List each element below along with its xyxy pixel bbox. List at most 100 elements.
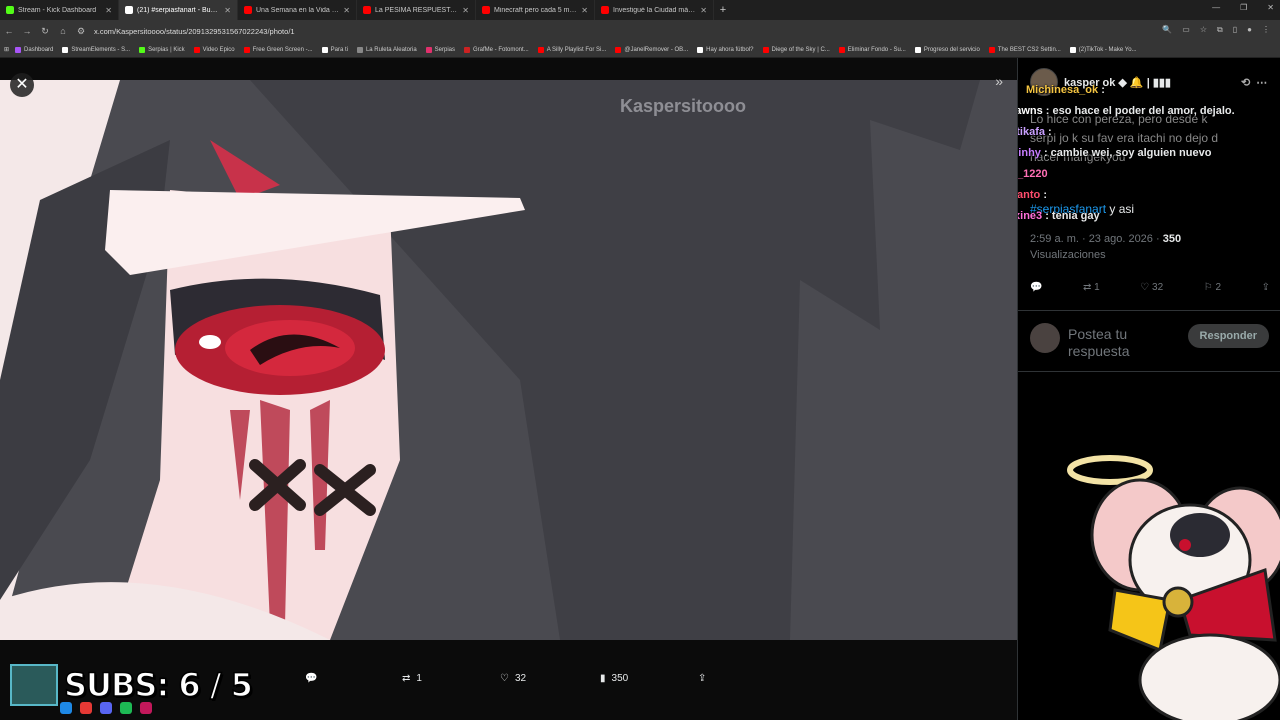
stream-chat-overlay: Michinesa_ok : totiyawns : eso hace el p… bbox=[1017, 80, 1280, 227]
chat-message: totiyawns : eso hace el poder del amor, … bbox=[1018, 105, 1235, 117]
star-icon[interactable]: ☆ bbox=[1200, 25, 1207, 35]
menu-icon[interactable]: ⋮ bbox=[1262, 25, 1270, 35]
bookmark[interactable]: La Ruleta Aleatoria bbox=[354, 46, 420, 53]
chrome-icon[interactable] bbox=[60, 702, 72, 714]
sidebar-icon[interactable]: ▯ bbox=[1233, 25, 1237, 35]
streamer-avatar bbox=[10, 664, 58, 706]
tab-favicon-icon bbox=[244, 6, 252, 14]
share-button[interactable]: ⇪ bbox=[698, 673, 706, 684]
reply-submit-button[interactable]: Responder bbox=[1187, 324, 1269, 348]
bookmark-favicon-icon bbox=[838, 46, 845, 53]
bookmark[interactable]: Serpias bbox=[423, 46, 458, 53]
tab[interactable]: Una Semana en la Vida de Mr✕ bbox=[238, 0, 357, 20]
bookmark[interactable]: Progreso del servicio bbox=[912, 46, 983, 53]
bookmark[interactable]: StreamElements - S... bbox=[59, 46, 133, 53]
tab-favicon-icon bbox=[482, 6, 490, 14]
apps-icon[interactable]: ⊞ bbox=[4, 46, 9, 53]
tab-close-icon[interactable]: ✕ bbox=[581, 6, 588, 15]
reply-icon[interactable]: 💬 bbox=[1030, 282, 1042, 293]
reply-button[interactable]: 💬 bbox=[305, 673, 323, 684]
subs-overlay: SUBS: 6 / 5 bbox=[10, 664, 254, 706]
tab-favicon-icon bbox=[601, 6, 609, 14]
close-window-icon[interactable]: ✕ bbox=[1267, 3, 1274, 12]
discord-icon[interactable] bbox=[100, 702, 112, 714]
bookmark[interactable]: A Silly Playlist For Si... bbox=[535, 46, 610, 53]
repost-icon: ⇄ bbox=[402, 672, 411, 684]
bookmark[interactable]: The BEST CS2 Settin... bbox=[986, 46, 1064, 53]
spotify-icon[interactable] bbox=[120, 702, 132, 714]
bookmark[interactable]: (2)TikTok - Make Yo... bbox=[1067, 46, 1140, 53]
site-info-icon[interactable]: ⚙ bbox=[72, 26, 90, 37]
address-bar-icons: 🔍 ▭ ☆ ⧉ ▯ ● ⋮ bbox=[1162, 25, 1270, 35]
tab-close-icon[interactable]: ✕ bbox=[105, 6, 112, 15]
taskbar-icons bbox=[60, 702, 152, 714]
share-icon[interactable]: ⇪ bbox=[1262, 282, 1270, 293]
fanart-image[interactable] bbox=[0, 80, 1017, 640]
chat-message: lolaa_1220 bbox=[1017, 168, 1048, 180]
maximize-icon[interactable]: ❐ bbox=[1240, 3, 1247, 12]
share-icon: ⇪ bbox=[698, 672, 707, 684]
bookmark-favicon-icon bbox=[914, 46, 921, 53]
tab-favicon-icon bbox=[125, 6, 133, 14]
tab[interactable]: Minecraft pero cada 5 minutos✕ bbox=[476, 0, 595, 20]
bookmark-favicon-icon bbox=[321, 46, 328, 53]
bookmark-favicon-icon bbox=[537, 46, 544, 53]
watermark: Kaspersitoooo bbox=[620, 96, 747, 116]
chat-message: maxxine3 : tenia gay bbox=[1018, 210, 1100, 222]
heart-icon: ♡ bbox=[1140, 282, 1150, 293]
minimize-icon[interactable]: — bbox=[1212, 3, 1220, 12]
bookmark-favicon-icon bbox=[1069, 46, 1076, 53]
eye-shape bbox=[1179, 539, 1191, 551]
heart-icon: ♡ bbox=[500, 672, 509, 684]
tab-close-icon[interactable]: ✕ bbox=[224, 6, 231, 15]
like-button[interactable]: ♡ 32 bbox=[1140, 282, 1163, 293]
tab[interactable]: Investigué la Ciudad más Obe✕ bbox=[595, 0, 714, 20]
views-button[interactable]: ▮ 350 bbox=[600, 673, 628, 684]
bookmark[interactable]: @JanelRemover - OB... bbox=[612, 46, 691, 53]
bookmark[interactable]: Dashboard bbox=[12, 46, 56, 53]
bookmark[interactable]: Serpias | Kick bbox=[136, 46, 188, 53]
bookmark[interactable]: Free Green Screen -... bbox=[241, 46, 316, 53]
close-viewer-button[interactable]: ✕ bbox=[10, 73, 34, 97]
bookmark-favicon-icon bbox=[62, 46, 69, 53]
repost-button[interactable]: ⇄ 1 bbox=[1083, 282, 1100, 293]
bookmark-button[interactable]: ⚐ 2 bbox=[1204, 282, 1221, 293]
repost-icon: ⇄ bbox=[1083, 282, 1092, 293]
eye-highlight-shape bbox=[199, 335, 221, 349]
expand-sidebar-icon[interactable]: » bbox=[995, 73, 1003, 89]
hair-shape bbox=[1170, 513, 1230, 557]
back-icon[interactable]: ← bbox=[0, 26, 18, 36]
reply-composer: Postea tu respuesta Responder bbox=[1018, 310, 1280, 372]
profile-icon[interactable]: ● bbox=[1247, 25, 1252, 35]
repost-button[interactable]: ⇄ 1 bbox=[402, 673, 422, 684]
tab[interactable]: La PÉSIMA RESPUESTA de JW✕ bbox=[357, 0, 476, 20]
bookmark-favicon-icon bbox=[615, 46, 622, 53]
bookmark-favicon-icon bbox=[15, 46, 22, 53]
url-field[interactable]: x.com/Kaspersitoooo/status/2091329531567… bbox=[94, 27, 295, 36]
reload-icon[interactable]: ↻ bbox=[36, 26, 54, 37]
tab-close-icon[interactable]: ✕ bbox=[462, 6, 469, 15]
forward-icon[interactable]: → bbox=[18, 26, 36, 36]
bookmark[interactable]: Para ti bbox=[319, 46, 351, 53]
new-tab-button[interactable]: + bbox=[714, 4, 732, 16]
bookmark[interactable]: Video Epico bbox=[191, 46, 238, 53]
avatar bbox=[1030, 323, 1060, 353]
tab-close-icon[interactable]: ✕ bbox=[700, 6, 707, 15]
obs-icon[interactable] bbox=[140, 702, 152, 714]
subs-goal-text: SUBS: 6 / 5 bbox=[63, 665, 253, 705]
bookmark[interactable]: Eliminar Fondo - Su... bbox=[836, 46, 909, 53]
tab[interactable]: Stream - Kick Dashboard ✕ bbox=[0, 0, 119, 20]
cast-icon[interactable]: ▭ bbox=[1182, 25, 1190, 35]
bookmark[interactable]: GrafMe - Fotomont... bbox=[461, 46, 532, 53]
bookmark[interactable]: Diege of the Sky | C... bbox=[760, 46, 833, 53]
zoom-icon[interactable]: 🔍 bbox=[1162, 25, 1172, 35]
tab-close-icon[interactable]: ✕ bbox=[343, 6, 350, 15]
like-button[interactable]: ♡ 32 bbox=[500, 673, 526, 684]
home-icon[interactable]: ⌂ bbox=[54, 26, 72, 36]
bookmark[interactable]: Hay ahora fútbol? bbox=[694, 46, 756, 53]
tab-active[interactable]: (21) #serpiasfanart - Buscar / X✕ bbox=[119, 0, 238, 20]
app-icon[interactable] bbox=[80, 702, 92, 714]
extensions-icon[interactable]: ⧉ bbox=[1217, 25, 1223, 35]
reply-input[interactable]: Postea tu respuesta bbox=[1068, 326, 1129, 360]
bookmark-favicon-icon bbox=[697, 46, 704, 53]
